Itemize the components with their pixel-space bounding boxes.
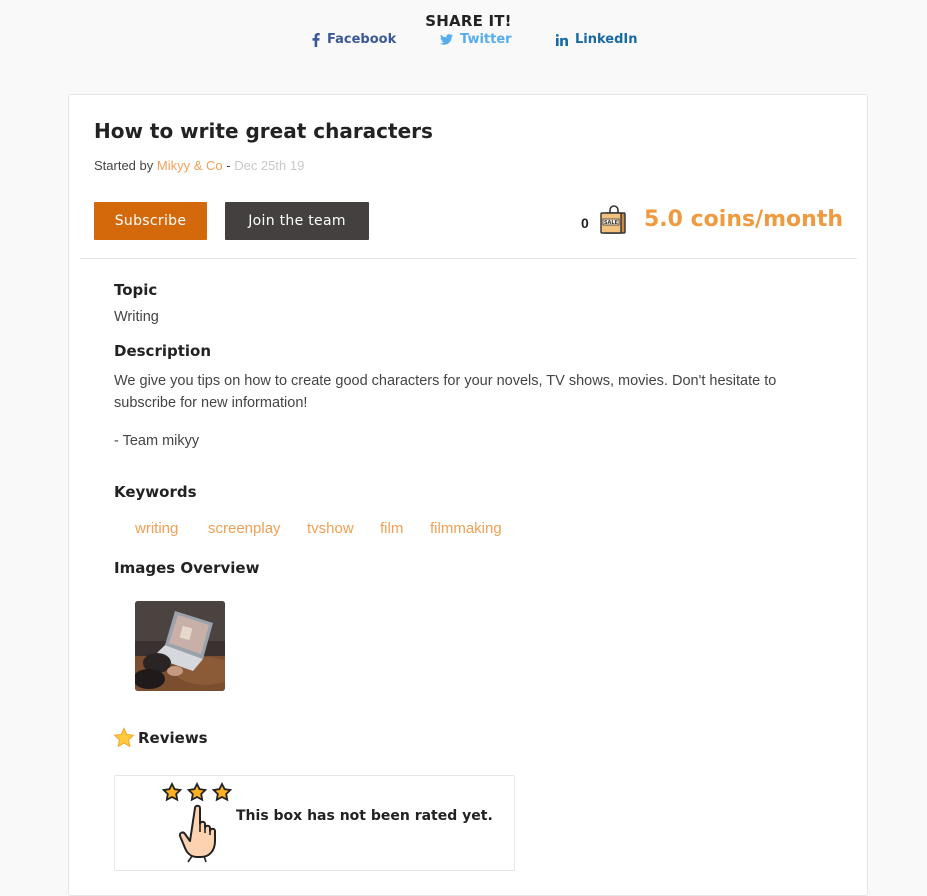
- topic-value: Writing: [114, 309, 159, 325]
- facebook-icon: [312, 32, 320, 47]
- sale-bag-icon: SALE: [600, 205, 626, 234]
- topic-heading: Topic: [114, 281, 158, 299]
- laptop-photo-image: [135, 601, 225, 691]
- keyword-tag[interactable]: filmmaking: [430, 520, 502, 537]
- description-signature: - Team mikyy: [114, 433, 200, 449]
- reviews-heading: Reviews: [113, 727, 208, 748]
- box-title: How to write great characters: [94, 119, 433, 143]
- images-overview-heading: Images Overview: [114, 559, 260, 577]
- keywords-heading: Keywords: [114, 483, 197, 501]
- overview-image-thumbnail[interactable]: [135, 601, 225, 691]
- box-card: How to write great characters Started by…: [68, 94, 868, 896]
- facebook-share-link[interactable]: Facebook: [312, 32, 396, 47]
- rating-stars-icon: [161, 782, 233, 863]
- keyword-tag[interactable]: writing: [135, 520, 178, 537]
- subscription-price: 5.0 coins/month: [644, 207, 843, 232]
- author-link[interactable]: Mikyy & Co: [157, 158, 223, 173]
- twitter-share-link[interactable]: Twitter: [440, 32, 512, 47]
- share-section: SHARE IT!: [0, 12, 927, 30]
- keyword-tag[interactable]: tvshow: [307, 520, 354, 537]
- linkedin-share-link[interactable]: LinkedIn: [556, 32, 638, 47]
- meta-separator: -: [226, 158, 231, 173]
- description-text: We give you tips on how to create good c…: [114, 373, 777, 411]
- box-meta: Started by Mikyy & Co - Dec 25th 19: [94, 158, 304, 173]
- reviews-title: Reviews: [138, 728, 208, 747]
- twitter-icon: [440, 34, 453, 45]
- no-rating-message: This box has not been rated yet.: [236, 808, 493, 824]
- header-divider: [80, 258, 857, 259]
- box-date: Dec 25th 19: [234, 158, 305, 173]
- reviews-box: This box has not been rated yet.: [114, 775, 515, 871]
- keyword-tag[interactable]: film: [380, 520, 403, 537]
- keyword-tag[interactable]: screenplay: [208, 520, 281, 537]
- pointing-hand-icon: [178, 804, 216, 863]
- facebook-label: Facebook: [327, 32, 397, 47]
- join-team-button[interactable]: Join the team: [225, 202, 369, 240]
- started-by-label: Started by: [94, 158, 154, 173]
- star-icon: [113, 727, 135, 748]
- subscribe-button[interactable]: Subscribe: [94, 202, 207, 240]
- linkedin-icon: [556, 33, 568, 46]
- subscriber-count: 0: [581, 215, 589, 231]
- twitter-label: Twitter: [460, 32, 512, 47]
- bag-label: SALE: [604, 220, 619, 226]
- description-heading: Description: [114, 342, 212, 360]
- share-links: Facebook Twitter LinkedIn: [0, 32, 927, 52]
- share-title: SHARE IT!: [425, 12, 512, 30]
- linkedin-label: LinkedIn: [575, 32, 638, 47]
